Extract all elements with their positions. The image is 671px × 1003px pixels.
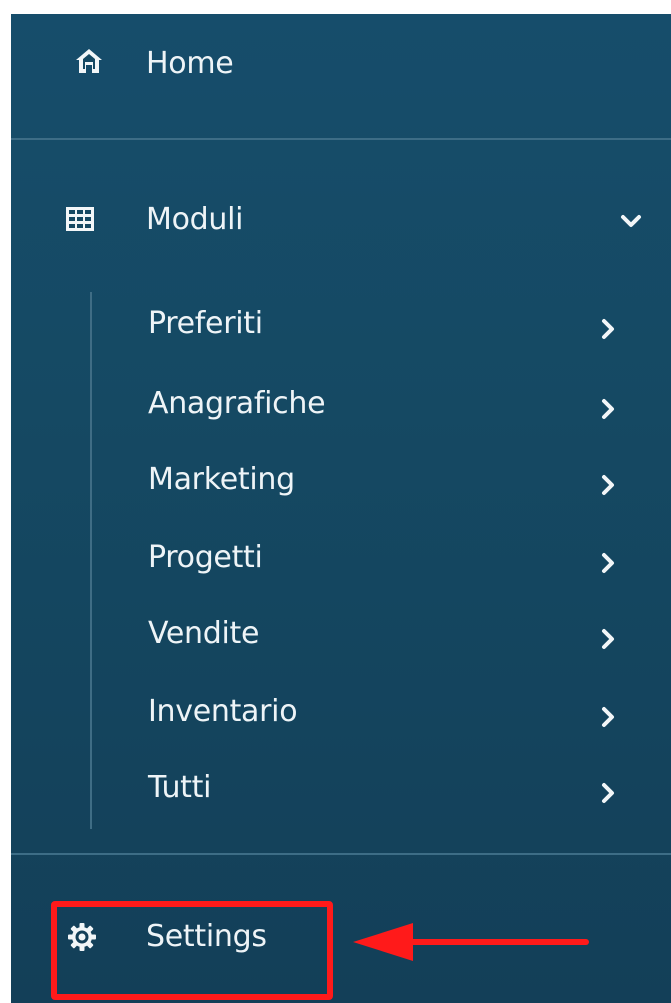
submenu-item-tutti[interactable]: Tutti	[11, 756, 671, 826]
submenu-item-label: Inventario	[148, 694, 298, 729]
nav-item-home[interactable]: Home	[11, 26, 671, 98]
submenu-item-preferiti[interactable]: Preferiti	[11, 292, 671, 362]
submenu-item-anagrafiche[interactable]: Anagrafiche	[11, 372, 671, 442]
annotation-arrow	[353, 923, 589, 961]
divider-top	[11, 138, 671, 140]
submenu-item-progetti[interactable]: Progetti	[11, 526, 671, 596]
chevron-right-icon	[602, 629, 614, 649]
submenu-item-label: Progetti	[148, 540, 263, 575]
divider-bottom	[11, 853, 671, 855]
grid-icon	[66, 207, 94, 231]
chevron-right-icon	[602, 475, 614, 495]
submenu-item-label: Preferiti	[148, 306, 263, 341]
submenu-item-inventario[interactable]: Inventario	[11, 680, 671, 750]
submenu-item-label: Tutti	[148, 770, 212, 805]
chevron-right-icon	[602, 783, 614, 803]
nav-item-moduli[interactable]: Moduli	[11, 184, 671, 256]
submenu-item-vendite[interactable]: Vendite	[11, 602, 671, 672]
submenu-item-label: Vendite	[148, 616, 260, 651]
submenu-item-label: Anagrafiche	[148, 386, 326, 421]
chevron-right-icon	[602, 707, 614, 727]
chevron-right-icon	[602, 553, 614, 573]
annotation-highlight-box	[51, 901, 333, 1000]
chevron-down-icon[interactable]	[620, 213, 642, 229]
submenu-item-marketing[interactable]: Marketing	[11, 448, 671, 518]
chevron-right-icon	[602, 399, 614, 419]
chevron-right-icon	[602, 319, 614, 339]
nav-item-moduli-label: Moduli	[146, 202, 244, 237]
nav-item-home-label: Home	[146, 46, 234, 81]
submenu-item-label: Marketing	[148, 462, 295, 497]
sidebar: Home Moduli Preferiti Anagrafiche Market…	[11, 14, 671, 1003]
home-icon	[76, 49, 102, 73]
